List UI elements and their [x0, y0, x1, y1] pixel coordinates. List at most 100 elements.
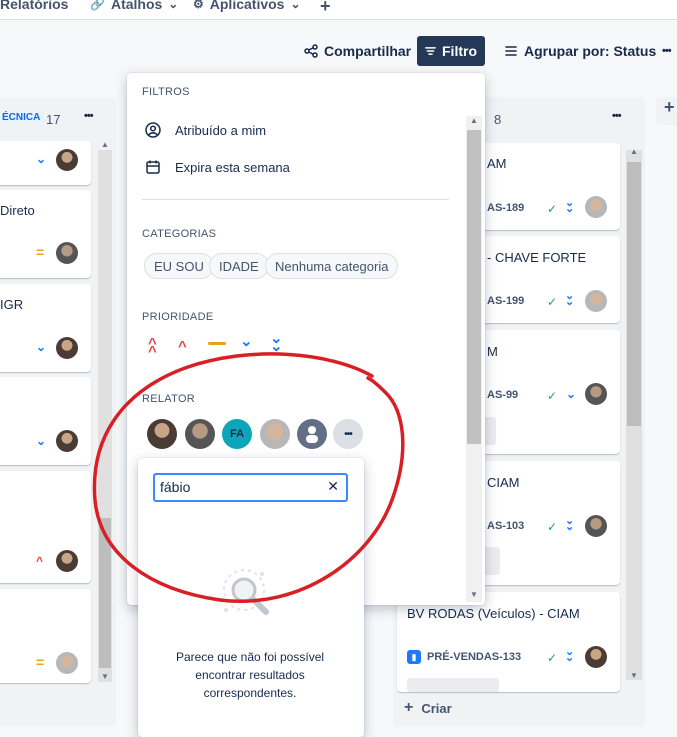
nav-item-label: Atalhos	[110, 0, 163, 12]
card-key: AS-189	[487, 202, 525, 214]
avatar[interactable]	[585, 196, 607, 218]
reporter-avatar[interactable]	[147, 419, 177, 449]
user-icon	[145, 122, 161, 138]
share-button[interactable]: Compartilhar	[296, 36, 419, 66]
priority-lowest-icon[interactable]: ⌄ ⌄	[270, 331, 283, 354]
priority-high-icon: ^	[36, 554, 44, 568]
card-title: - CHAVE FORTE	[487, 250, 587, 265]
filter-icon	[425, 47, 436, 55]
avatar[interactable]	[585, 290, 607, 312]
scrollbar-thumb[interactable]	[99, 518, 111, 668]
reporter-avatar-initials[interactable]: FA	[222, 419, 252, 449]
reporter-avatar[interactable]	[260, 419, 290, 449]
avatar[interactable]	[585, 383, 607, 405]
story-type-icon: ▮	[407, 650, 421, 664]
add-nav-button[interactable]: +	[320, 0, 331, 17]
priority-low-icon: ⌄	[36, 152, 47, 166]
priority-low-icon: ⌄	[36, 434, 47, 448]
add-column-button[interactable]: +	[656, 97, 677, 125]
filters-section-title: FILTROS	[142, 86, 190, 98]
nav-item-label: Relatórios	[0, 0, 69, 12]
priority-high-icon[interactable]: ^	[178, 339, 187, 354]
scroll-down-icon[interactable]: ▼	[630, 671, 638, 680]
nav-item-shortcuts[interactable]: 🔗 Atalhos ⌄	[90, 0, 178, 12]
more-actions-button[interactable]: •••	[654, 36, 677, 66]
more-icon: •••	[662, 45, 672, 57]
reporter-search-field[interactable]: ✕	[153, 473, 348, 502]
check-icon: ✓	[547, 651, 558, 665]
filter-assigned-to-me[interactable]: Atribuído a mim	[145, 122, 266, 138]
board-card[interactable]	[0, 471, 91, 583]
card-title: Direto	[0, 203, 35, 218]
priority-medium-icon: =	[36, 244, 45, 260]
reporter-section-title: RELATOR	[142, 393, 196, 405]
column-status-tag: ÉCNICA	[0, 111, 45, 124]
filter-label: Expira esta semana	[175, 159, 290, 175]
scrollbar-thumb[interactable]	[627, 162, 641, 426]
scrollbar-thumb[interactable]	[467, 130, 481, 444]
check-icon: ✓	[547, 295, 558, 309]
scroll-down-icon[interactable]: ▼	[101, 672, 109, 681]
chevron-down-icon: ⌄	[290, 0, 301, 11]
scroll-up-icon[interactable]: ▲	[470, 116, 478, 125]
avatar[interactable]	[56, 149, 78, 171]
check-icon: ✓	[547, 389, 558, 403]
priority-lowest-icon: ⌄ ⌄	[565, 515, 575, 533]
scroll-up-icon[interactable]: ▲	[630, 147, 638, 156]
column-issue-count: 8	[494, 112, 502, 127]
reporter-avatar[interactable]	[185, 419, 215, 449]
nav-item-reports[interactable]: Relatórios	[0, 0, 68, 12]
priority-low-icon[interactable]: ⌄	[240, 334, 253, 349]
scroll-up-icon[interactable]: ▲	[101, 140, 109, 149]
group-by-button[interactable]: Agrupar por: Status	[496, 36, 664, 66]
group-by-label: Agrupar por: Status	[524, 43, 657, 59]
avatar[interactable]	[585, 515, 607, 537]
priority-highest-icon[interactable]: ^ ^	[148, 336, 157, 359]
category-chip[interactable]: IDADE	[209, 253, 269, 279]
card-title: CIAM	[487, 475, 520, 490]
card-title: AM	[487, 156, 507, 171]
check-icon: ✓	[547, 202, 558, 216]
card-chip	[407, 678, 499, 692]
list-icon	[505, 46, 517, 56]
no-results-message: Parece que não foi possível encontrar re…	[175, 650, 325, 700]
priority-lowest-icon: ⌄ ⌄	[565, 290, 575, 308]
chevron-down-icon: ⌄	[168, 0, 179, 11]
calendar-icon	[146, 160, 160, 174]
filter-label: Atribuído a mim	[175, 122, 267, 138]
priority-medium-icon: =	[36, 654, 45, 670]
priority-section-title: PRIORIDADE	[142, 311, 214, 323]
reporter-search-input[interactable]	[160, 479, 320, 495]
nav-item-apps[interactable]: ⚙ Aplicativos ⌄	[193, 0, 301, 12]
clear-search-icon[interactable]: ✕	[327, 478, 339, 495]
category-chip[interactable]: EU SOU	[144, 253, 214, 279]
avatar[interactable]	[56, 550, 78, 572]
column-menu-button[interactable]: •••	[84, 110, 94, 122]
card-title: IGR	[0, 297, 24, 312]
reporter-avatar-default[interactable]	[297, 419, 327, 449]
card-title: M	[487, 344, 498, 359]
avatar[interactable]	[56, 337, 78, 359]
category-chip[interactable]: Nenhuma categoria	[265, 253, 399, 279]
priority-low-icon: ⌄	[566, 387, 577, 401]
create-issue-button[interactable]: + Criar	[404, 699, 452, 717]
divider	[142, 199, 449, 200]
avatar[interactable]	[585, 646, 607, 668]
column-menu-button[interactable]: •••	[612, 110, 622, 122]
avatar[interactable]	[56, 430, 78, 452]
priority-low-icon: ⌄	[36, 340, 47, 354]
avatar[interactable]	[56, 652, 78, 674]
board-card[interactable]	[0, 589, 91, 683]
board-card[interactable]	[0, 377, 91, 465]
avatar[interactable]	[56, 242, 78, 264]
filter-label: Filtro	[442, 43, 477, 59]
apps-icon: ⚙	[193, 0, 204, 11]
filter-due-this-week[interactable]: Expira esta semana	[145, 159, 290, 175]
more-reporters-button[interactable]: •••	[333, 419, 363, 449]
priority-lowest-icon: ⌄ ⌄	[565, 197, 575, 215]
scroll-down-icon[interactable]: ▼	[470, 590, 478, 599]
priority-medium-icon[interactable]	[208, 342, 226, 345]
no-results-illustration-icon	[223, 569, 269, 615]
filter-button[interactable]: Filtro	[417, 36, 485, 66]
card-key: AS-103	[487, 520, 525, 532]
